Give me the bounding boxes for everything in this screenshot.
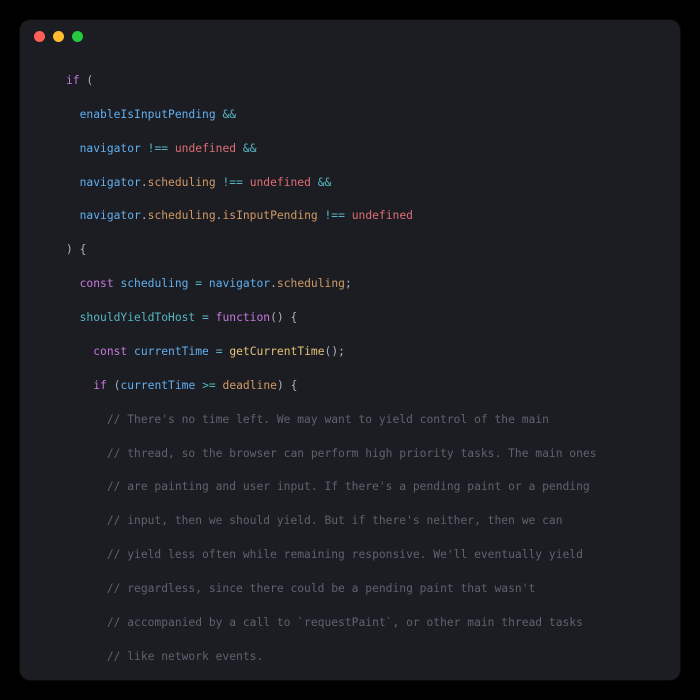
code-line: if (currentTime >= deadline) { (20, 378, 680, 395)
code-line: ) { (20, 242, 680, 259)
code-line: // accompanied by a call to `requestPain… (20, 615, 680, 632)
code-line: // are painting and user input. If there… (20, 479, 680, 496)
code-line: shouldYieldToHost = function() { (20, 310, 680, 327)
code-line: // input, then we should yield. But if t… (20, 513, 680, 530)
code-line: // regardless, since there could be a pe… (20, 581, 680, 598)
terminal-window: if ( enableIsInputPending && navigator !… (20, 20, 680, 680)
code-line: enableIsInputPending && (20, 107, 680, 124)
code-block: if ( enableIsInputPending && navigator !… (20, 52, 680, 680)
code-line: // There's no time left. We may want to … (20, 412, 680, 429)
code-line: navigator !== undefined && (20, 141, 680, 158)
minimize-icon[interactable] (53, 31, 64, 42)
code-line: const currentTime = getCurrentTime(); (20, 344, 680, 361)
code-line: navigator.scheduling.isInputPending !== … (20, 208, 680, 225)
window-titlebar (20, 20, 680, 52)
code-line: // yield less often while remaining resp… (20, 547, 680, 564)
code-line: // thread, so the browser can perform hi… (20, 446, 680, 463)
maximize-icon[interactable] (72, 31, 83, 42)
code-line: const scheduling = navigator.scheduling; (20, 276, 680, 293)
code-line: // like network events. (20, 649, 680, 666)
code-line: navigator.scheduling !== undefined && (20, 175, 680, 192)
close-icon[interactable] (34, 31, 45, 42)
code-line: if ( (20, 73, 680, 90)
